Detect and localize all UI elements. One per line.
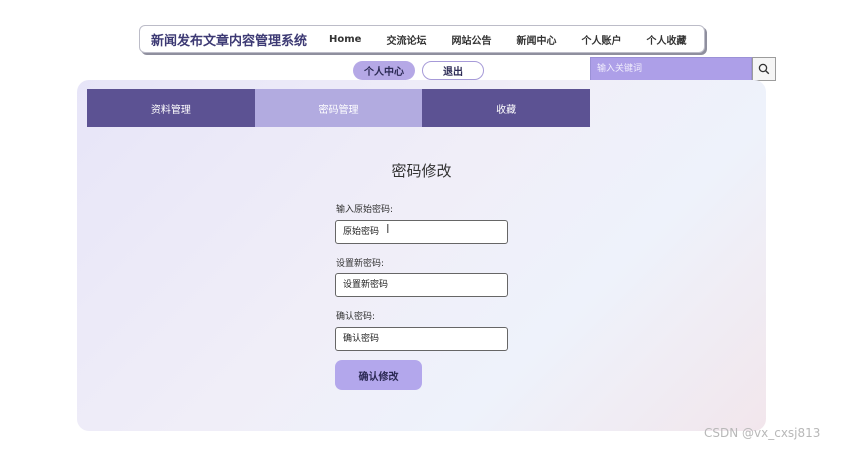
nav-announcements[interactable]: 网站公告 (451, 32, 491, 47)
nav-favorites[interactable]: 个人收藏 (646, 32, 686, 47)
search-icon (758, 60, 770, 79)
confirm-password-label: 确认密码: (336, 312, 376, 322)
form-title: 密码修改 (391, 162, 452, 180)
new-password-label: 设置新密码: (336, 259, 385, 269)
nav-forum[interactable]: 交流论坛 (386, 32, 426, 47)
watermark: CSDN @vx_cxsj813 (704, 426, 821, 440)
nav-news-center[interactable]: 新闻中心 (516, 32, 556, 47)
site-title: 新闻发布文章内容管理系统 (151, 33, 308, 49)
new-password-input[interactable] (335, 273, 508, 297)
search-bar (590, 57, 776, 81)
logout-button[interactable]: 退出 (422, 61, 484, 80)
search-input[interactable] (590, 57, 752, 81)
tab-favorites[interactable]: 收藏 (422, 89, 591, 127)
personal-center-button[interactable]: 个人中心 (353, 61, 415, 80)
old-password-label: 输入原始密码: (336, 205, 394, 215)
search-button[interactable] (752, 57, 776, 81)
nav-account[interactable]: 个人账户 (581, 32, 621, 47)
confirm-password-input[interactable] (335, 327, 508, 351)
confirm-change-button[interactable]: 确认修改 (335, 360, 422, 390)
tab-bar: 资料管理 密码管理 收藏 (87, 89, 591, 127)
text-cursor-icon: I (386, 222, 390, 236)
nav-home[interactable]: Home (329, 34, 361, 45)
top-navigation: 新闻发布文章内容管理系统 Home 交流论坛 网站公告 新闻中心 个人账户 个人… (139, 25, 705, 53)
tab-password-management[interactable]: 密码管理 (254, 89, 423, 127)
old-password-input[interactable] (335, 220, 508, 244)
tab-profile-management[interactable]: 资料管理 (87, 89, 255, 127)
